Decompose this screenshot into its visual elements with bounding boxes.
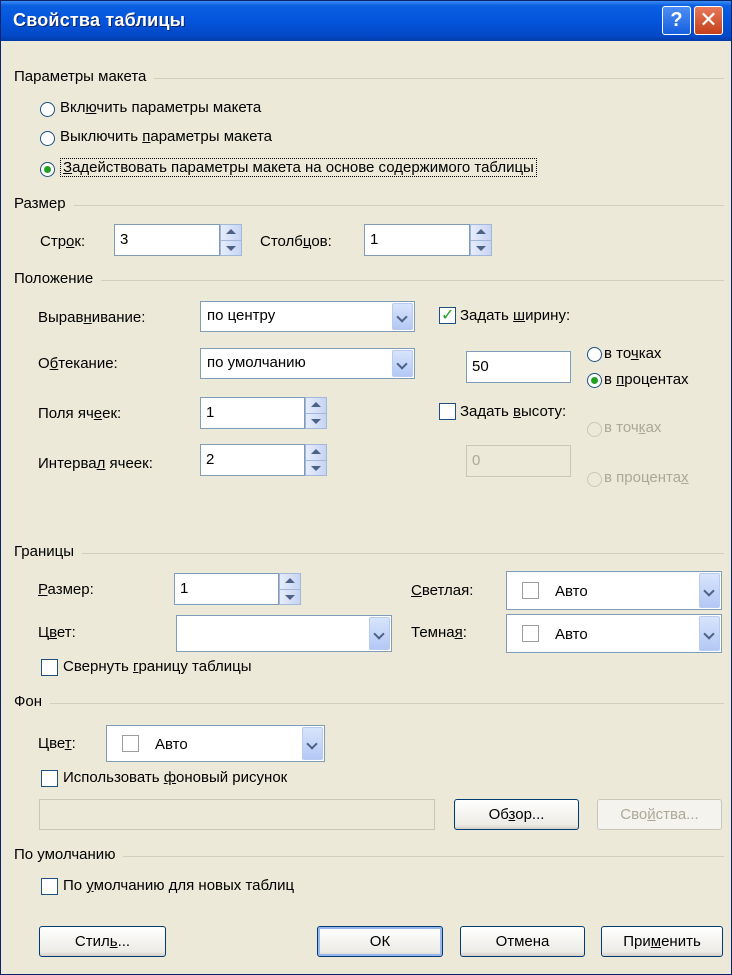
border-color-select[interactable]	[176, 615, 392, 652]
color-swatch	[522, 625, 539, 642]
rows-input[interactable]: 3	[114, 224, 220, 256]
cancel-button[interactable]: Отмена	[460, 926, 585, 957]
bg-image-path-input	[39, 799, 435, 830]
section-layout-params: Параметры макета	[14, 68, 724, 88]
radio-enable-layout[interactable]	[40, 102, 55, 117]
border-color-label: Цвет:	[38, 624, 76, 641]
use-bg-image-label[interactable]: Использовать фоновый рисунок	[63, 769, 287, 786]
chevron-down-icon[interactable]	[392, 350, 413, 377]
cols-label: Столбцов:	[260, 233, 332, 250]
align-label: Выравнивание:	[38, 309, 146, 326]
browse-button[interactable]: Обзор...	[454, 799, 579, 830]
spin-up-icon[interactable]	[311, 402, 321, 407]
width-points-label[interactable]: в точках	[604, 345, 661, 362]
section-borders: Границы	[14, 543, 724, 563]
light-border-label: Светлая:	[411, 582, 474, 599]
radio-content-layout-label[interactable]: Задействовать параметры макета на основе…	[60, 158, 537, 177]
color-swatch	[522, 582, 539, 599]
cols-input[interactable]: 1	[364, 224, 470, 256]
chevron-down-icon[interactable]	[369, 617, 390, 650]
close-button[interactable]: ✕	[694, 6, 723, 35]
height-percent-label: в процентах	[604, 469, 689, 486]
rows-label: Строк:	[40, 233, 86, 250]
section-background: Фон	[14, 693, 724, 713]
section-size: Размер	[14, 195, 724, 215]
chevron-down-icon[interactable]	[699, 616, 720, 651]
help-button[interactable]: ?	[662, 6, 691, 35]
height-points-label: в точках	[604, 419, 662, 436]
color-swatch	[122, 735, 139, 752]
wrap-label: Обтекание:	[38, 355, 118, 372]
window-title: Свойства таблицы	[13, 10, 186, 30]
set-width-label[interactable]: Задать ширину:	[460, 307, 570, 324]
chevron-down-icon[interactable]	[302, 727, 323, 760]
section-position: Положение	[14, 270, 724, 290]
collapse-border-label[interactable]: Свернуть границу таблицы	[63, 658, 252, 675]
light-border-select[interactable]: Авто	[506, 571, 722, 610]
spin-up-icon[interactable]	[285, 578, 295, 583]
height-input: 0	[466, 445, 571, 477]
use-bg-image-checkbox[interactable]	[41, 770, 58, 787]
section-defaults: По умолчанию	[14, 846, 724, 866]
chevron-down-icon[interactable]	[392, 303, 413, 330]
border-size-label: Размер:	[38, 581, 94, 598]
bg-color-select[interactable]: Авто	[106, 725, 325, 762]
width-percent-radio[interactable]	[587, 373, 602, 388]
dark-border-select[interactable]: Авто	[506, 614, 722, 653]
cols-spinner[interactable]	[470, 224, 492, 256]
spin-down-icon[interactable]	[226, 246, 236, 251]
rows-spinner[interactable]	[220, 224, 242, 256]
spin-down-icon[interactable]	[311, 466, 321, 471]
radio-enable-layout-label[interactable]: Включить параметры макета	[60, 99, 261, 116]
apply-button[interactable]: Применить	[601, 926, 723, 957]
radio-disable-layout-label[interactable]: Выключить параметры макета	[60, 128, 272, 145]
ok-button[interactable]: ОК	[317, 926, 443, 957]
style-button[interactable]: Стиль...	[39, 926, 166, 957]
radio-disable-layout[interactable]	[40, 131, 55, 146]
align-select[interactable]: по центру	[200, 301, 415, 332]
height-points-radio	[587, 422, 602, 437]
table-properties-dialog: Свойства таблицы ? ✕ Параметры макета Вк…	[0, 0, 732, 975]
width-points-radio[interactable]	[587, 347, 602, 362]
height-percent-radio	[587, 472, 602, 487]
radio-content-layout[interactable]	[40, 162, 55, 177]
default-new-tables-checkbox[interactable]	[41, 878, 58, 895]
width-percent-label[interactable]: в процентах	[604, 371, 689, 388]
cell-spacing-input[interactable]: 2	[200, 444, 305, 476]
cell-padding-spinner[interactable]	[305, 397, 327, 429]
cell-padding-label: Поля ячеек:	[38, 405, 122, 422]
cell-padding-input[interactable]: 1	[200, 397, 305, 429]
spin-up-icon[interactable]	[476, 229, 486, 234]
cell-spacing-spinner[interactable]	[305, 444, 327, 476]
cell-spacing-label: Интервал ячеек:	[38, 455, 153, 472]
spin-down-icon[interactable]	[285, 595, 295, 600]
set-height-label[interactable]: Задать высоту:	[460, 403, 566, 420]
set-height-checkbox[interactable]	[439, 403, 456, 420]
border-size-spinner[interactable]	[279, 573, 301, 605]
border-size-input[interactable]: 1	[174, 573, 279, 605]
collapse-border-checkbox[interactable]	[41, 659, 58, 676]
dark-border-label: Темная:	[411, 624, 467, 641]
spin-down-icon[interactable]	[311, 419, 321, 424]
width-input[interactable]: 50	[466, 351, 571, 383]
bg-color-label: Цвет:	[38, 735, 76, 752]
spin-up-icon[interactable]	[226, 229, 236, 234]
spin-down-icon[interactable]	[476, 246, 486, 251]
set-width-checkbox[interactable]	[439, 305, 456, 325]
default-new-tables-label[interactable]: По умолчанию для новых таблиц	[63, 877, 294, 894]
spin-up-icon[interactable]	[311, 449, 321, 454]
wrap-select[interactable]: по умолчанию	[200, 348, 415, 379]
title-bar[interactable]: Свойства таблицы ? ✕	[1, 1, 731, 41]
chevron-down-icon[interactable]	[699, 573, 720, 608]
bg-properties-button: Свойства...	[597, 799, 722, 830]
